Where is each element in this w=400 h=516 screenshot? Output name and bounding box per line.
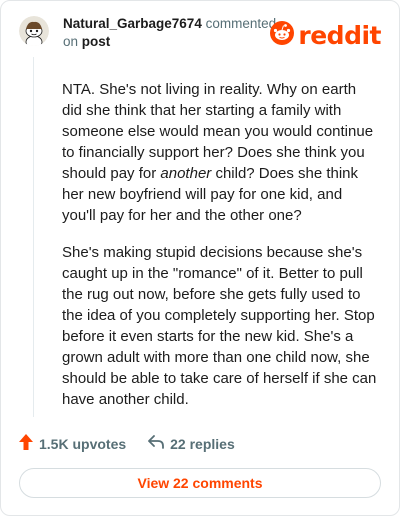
upvote-arrow-icon[interactable] <box>19 434 33 453</box>
thread-line[interactable] <box>33 57 34 417</box>
reply-button[interactable]: 22 replies <box>148 435 235 452</box>
comment-header: Natural_Garbage7674 commented on post <box>63 15 283 51</box>
comment-card: Natural_Garbage7674 commented on post re… <box>0 0 400 516</box>
comment-paragraph: NTA. She's not living in reality. Why on… <box>62 81 374 224</box>
comment-actions: 1.5K upvotes 22 replies <box>19 434 235 453</box>
view-comments-button[interactable]: View 22 comments <box>19 468 381 498</box>
emphasis-text: another <box>160 165 212 182</box>
commented-label: commented <box>205 16 277 31</box>
post-link[interactable]: post <box>82 34 111 49</box>
reddit-logo: reddit <box>270 21 381 50</box>
comment-paragraph: She's making stupid decisions because sh… <box>62 244 377 408</box>
username[interactable]: Natural_Garbage7674 <box>63 16 202 31</box>
reply-count: 22 replies <box>170 435 235 452</box>
reply-arrow-icon[interactable] <box>148 435 165 452</box>
on-label: on <box>63 34 79 49</box>
comment-body: NTA. She's not living in reality. Why on… <box>62 79 378 426</box>
reddit-wordmark: reddit <box>298 21 381 50</box>
reddit-snoo-icon <box>270 21 295 50</box>
upvote-count: 1.5K upvotes <box>39 435 127 452</box>
avatar[interactable] <box>19 16 49 46</box>
upvote-button[interactable]: 1.5K upvotes <box>19 434 126 453</box>
